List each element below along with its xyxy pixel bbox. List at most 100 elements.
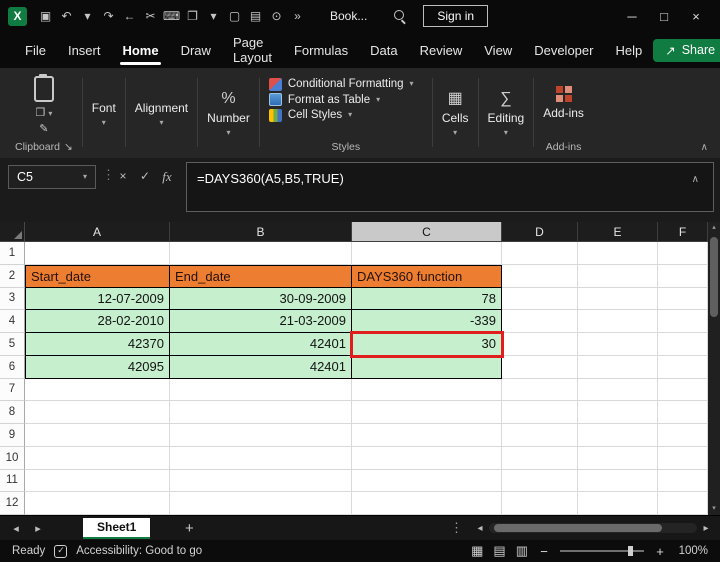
cell-A2[interactable]: Start_date: [25, 265, 170, 288]
cell-D10[interactable]: [502, 447, 578, 470]
close-button[interactable]: ×: [680, 9, 712, 24]
cell-B8[interactable]: [170, 401, 352, 424]
row-header-12[interactable]: 12: [0, 492, 25, 515]
cell-B1[interactable]: [170, 242, 352, 265]
row-header-7[interactable]: 7: [0, 379, 25, 402]
minimize-button[interactable]: ─: [616, 9, 648, 24]
cell-C11[interactable]: [352, 470, 502, 493]
cell-A11[interactable]: [25, 470, 170, 493]
undo-chevron-icon[interactable]: ▾: [77, 9, 98, 23]
addins-group[interactable]: Add-ins Add-ins: [536, 73, 591, 155]
cell-B4[interactable]: 21-03-2009: [170, 310, 352, 333]
column-header-A[interactable]: A: [25, 222, 170, 242]
cell-F4[interactable]: [658, 310, 708, 333]
cell-B6[interactable]: 42401: [170, 356, 352, 379]
menu-tab-home[interactable]: Home: [111, 33, 169, 68]
cell-A4[interactable]: 28-02-2010: [25, 310, 170, 333]
cell-D11[interactable]: [502, 470, 578, 493]
row-header-3[interactable]: 3: [0, 288, 25, 311]
vertical-scrollbar[interactable]: ▴ ▾: [708, 222, 720, 515]
cell-F6[interactable]: [658, 356, 708, 379]
row-header-1[interactable]: 1: [0, 242, 25, 265]
dialog-launcher-icon[interactable]: ↘: [64, 141, 73, 153]
zoom-out-button[interactable]: −: [538, 544, 550, 559]
cell-E10[interactable]: [578, 447, 658, 470]
cell-C2[interactable]: DAYS360 function: [352, 265, 502, 288]
cell-D9[interactable]: [502, 424, 578, 447]
menu-tab-review[interactable]: Review: [409, 33, 474, 68]
scroll-left-icon[interactable]: ◂: [473, 523, 487, 534]
cell-E11[interactable]: [578, 470, 658, 493]
cell-D2[interactable]: [502, 265, 578, 288]
cell-A10[interactable]: [25, 447, 170, 470]
column-header-F[interactable]: F: [658, 222, 708, 242]
menu-tab-formulas[interactable]: Formulas: [283, 33, 359, 68]
cell-F5[interactable]: [658, 333, 708, 356]
horizontal-scrollbar[interactable]: ◂ ▸: [473, 523, 713, 534]
cell-F1[interactable]: [658, 242, 708, 265]
cell-C6[interactable]: [352, 356, 502, 379]
normal-view-icon[interactable]: ▦: [471, 543, 483, 559]
cell-D3[interactable]: [502, 288, 578, 311]
name-box[interactable]: C5 ▾: [8, 165, 96, 189]
cell-E7[interactable]: [578, 379, 658, 402]
cell-E2[interactable]: [578, 265, 658, 288]
add-sheet-button[interactable]: +: [178, 520, 200, 537]
cell-D5[interactable]: [502, 333, 578, 356]
page-layout-view-icon[interactable]: ▤: [493, 543, 505, 559]
collapse-ribbon-icon[interactable]: ∧: [701, 142, 708, 153]
back-icon[interactable]: ←: [119, 9, 140, 23]
cancel-icon[interactable]: ×: [114, 169, 132, 183]
styles-item-format-as-table[interactable]: Format as Table▾: [269, 93, 423, 106]
select-all-corner[interactable]: [0, 222, 25, 242]
row-header-9[interactable]: 9: [0, 424, 25, 447]
accessibility-icon[interactable]: [54, 545, 67, 558]
cell-A1[interactable]: [25, 242, 170, 265]
maximize-button[interactable]: □: [648, 9, 680, 24]
number-group[interactable]: % Number ▾: [200, 73, 257, 155]
zoom-in-button[interactable]: +: [654, 544, 666, 559]
alignment-group[interactable]: Alignment ▾: [128, 73, 195, 155]
cell-E1[interactable]: [578, 242, 658, 265]
accessibility-status[interactable]: Accessibility: Good to go: [76, 545, 202, 557]
printer-icon[interactable]: ▤: [245, 9, 266, 23]
cell-A9[interactable]: [25, 424, 170, 447]
undo-icon[interactable]: ↶: [56, 9, 77, 23]
cell-C1[interactable]: [352, 242, 502, 265]
cell-C8[interactable]: [352, 401, 502, 424]
sheet-tab-sheet1[interactable]: Sheet1: [83, 518, 150, 539]
row-header-11[interactable]: 11: [0, 470, 25, 493]
row-header-10[interactable]: 10: [0, 447, 25, 470]
cell-B12[interactable]: [170, 492, 352, 515]
row-header-5[interactable]: 5: [0, 333, 25, 356]
cell-C5[interactable]: 30: [352, 333, 502, 356]
zoom-slider[interactable]: [560, 550, 644, 552]
more-commands-icon[interactable]: »: [287, 9, 308, 23]
cell-A12[interactable]: [25, 492, 170, 515]
cell-B2[interactable]: End_date: [170, 265, 352, 288]
row-header-6[interactable]: 6: [0, 356, 25, 379]
cell-E4[interactable]: [578, 310, 658, 333]
cell-C10[interactable]: [352, 447, 502, 470]
scroll-down-icon[interactable]: ▾: [712, 503, 716, 515]
vertical-scroll-thumb[interactable]: [710, 237, 718, 317]
cell-B3[interactable]: 30-09-2009: [170, 288, 352, 311]
page-break-view-icon[interactable]: ▥: [516, 543, 528, 559]
cell-F12[interactable]: [658, 492, 708, 515]
cell-B10[interactable]: [170, 447, 352, 470]
cell-D1[interactable]: [502, 242, 578, 265]
cell-F8[interactable]: [658, 401, 708, 424]
cell-A6[interactable]: 42095: [25, 356, 170, 379]
scroll-up-icon[interactable]: ▴: [712, 222, 716, 234]
cell-F7[interactable]: [658, 379, 708, 402]
menu-tab-developer[interactable]: Developer: [523, 33, 604, 68]
cell-C9[interactable]: [352, 424, 502, 447]
camera-icon[interactable]: ⊙: [266, 9, 287, 23]
cell-A5[interactable]: 42370: [25, 333, 170, 356]
styles-item-conditional-formatting[interactable]: Conditional Formatting▾: [269, 78, 423, 91]
cell-E8[interactable]: [578, 401, 658, 424]
previous-sheet-icon[interactable]: ◂: [5, 522, 27, 535]
column-header-B[interactable]: B: [170, 222, 352, 242]
scroll-right-icon[interactable]: ▸: [699, 523, 713, 534]
cell-D7[interactable]: [502, 379, 578, 402]
